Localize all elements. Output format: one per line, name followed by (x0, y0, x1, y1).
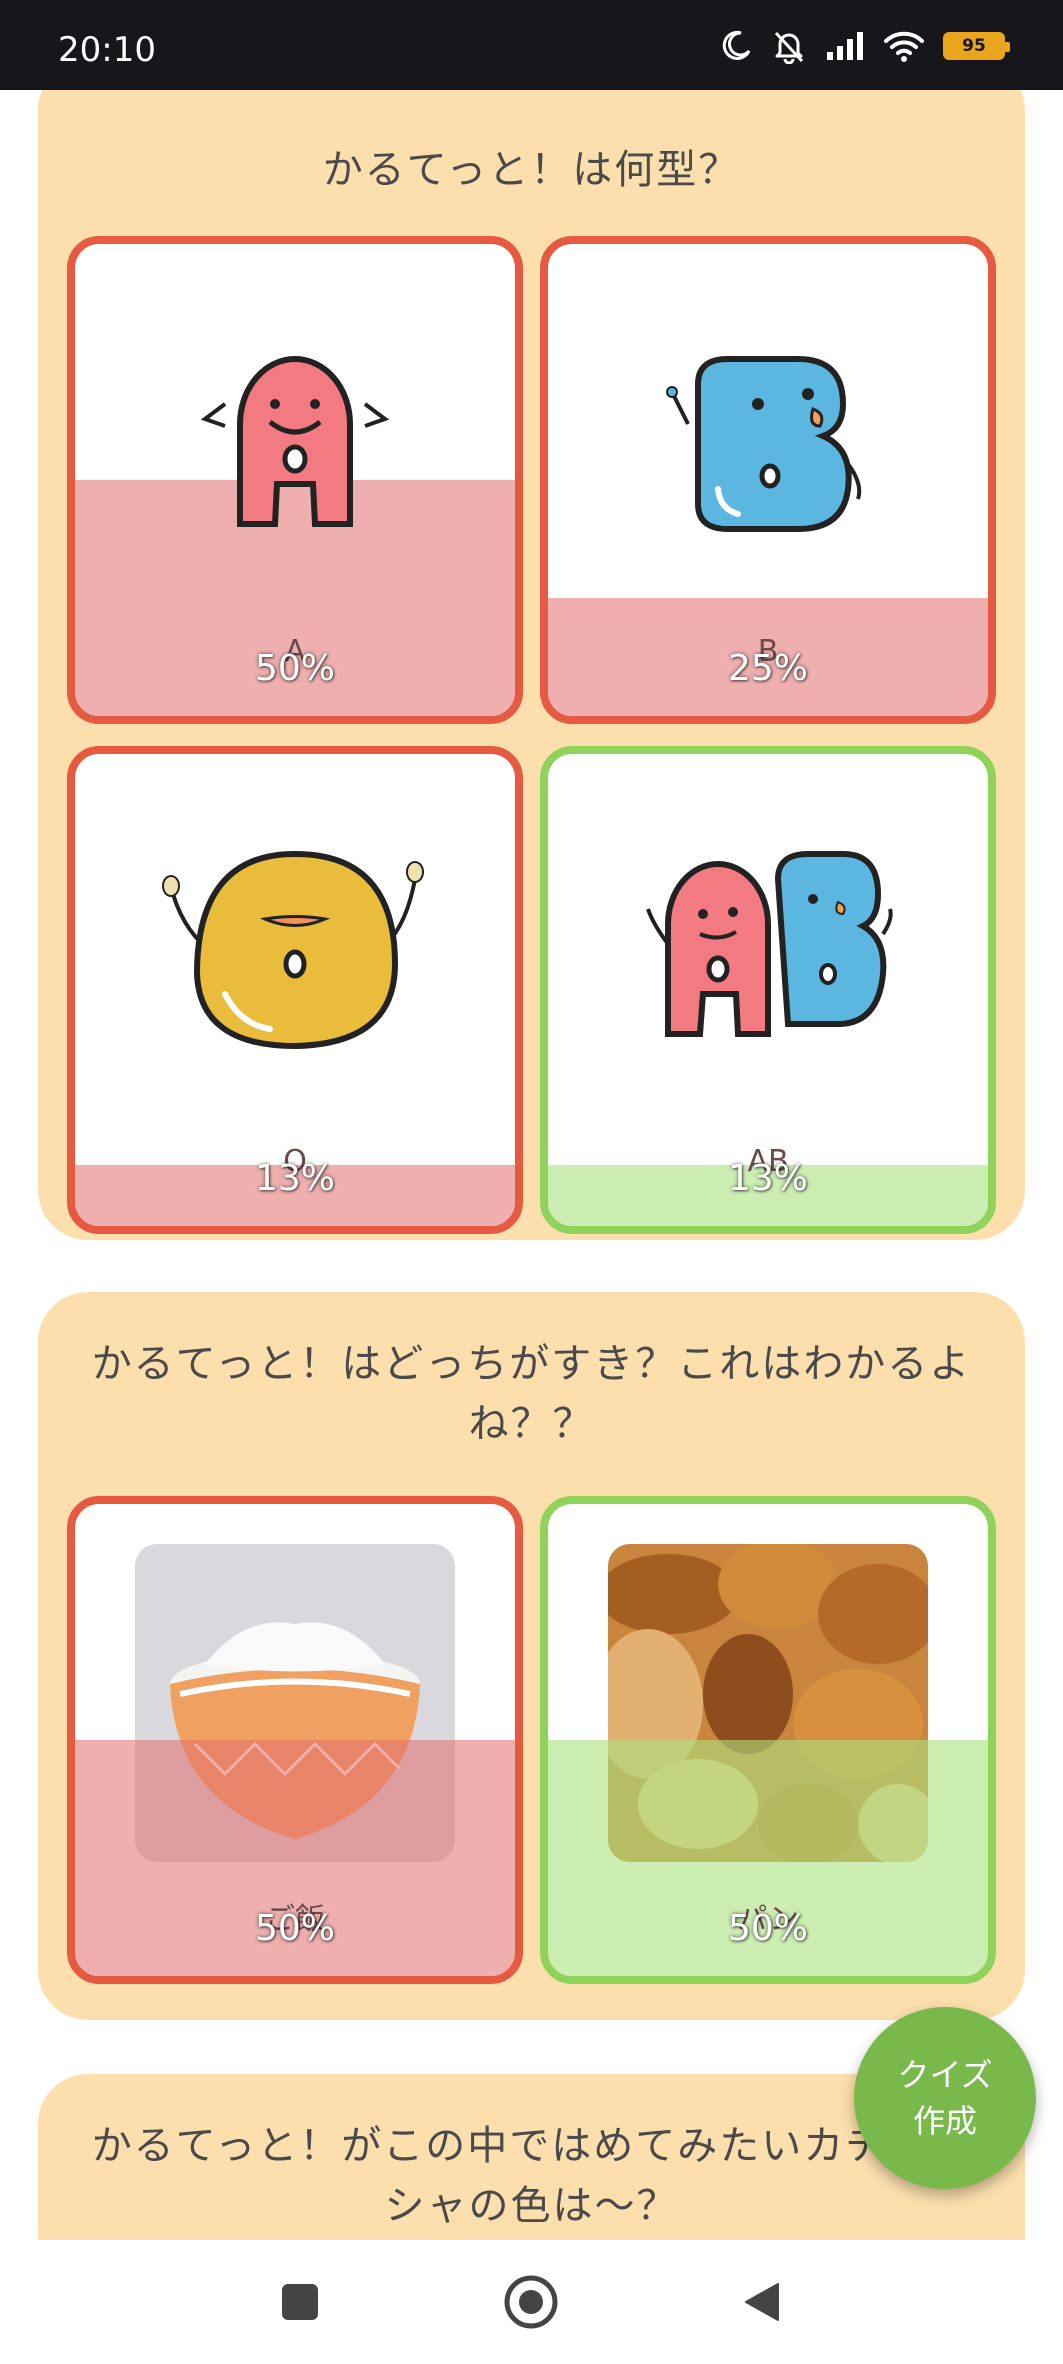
quiz-title: かるてっと！は何型？ (322, 147, 741, 193)
quiz-title: かるてっと！はどっちがすき？これはわかるよね？？ (91, 1341, 972, 1447)
create-quiz-label-line1: クイズ (897, 2056, 993, 2094)
answer-percent: 13% (727, 1158, 808, 1199)
answer-percent: 25% (727, 648, 808, 689)
battery-level: 95 (962, 36, 986, 56)
answer-option-b[interactable]: B 25% (540, 236, 996, 724)
create-quiz-label-line2: 作成 (912, 2102, 977, 2140)
status-bar: 20:10 95 (0, 0, 1063, 90)
wifi-icon (884, 31, 924, 62)
answer-percent: 50% (254, 1908, 335, 1949)
status-icons: 95 (719, 28, 1010, 64)
recents-square-icon[interactable] (268, 2270, 332, 2334)
answer-percent: 50% (254, 648, 335, 689)
answer-option-rice[interactable]: ご飯 50% (67, 1496, 523, 1984)
blood-type-o-character-image (162, 850, 424, 1050)
home-circle-icon[interactable] (499, 2270, 563, 2334)
answer-option-a[interactable]: A 50% (67, 236, 523, 724)
bell-off-icon (774, 31, 804, 64)
back-triangle-icon[interactable] (730, 2270, 794, 2334)
blood-type-a-character-image (200, 356, 390, 527)
status-time: 20:10 (58, 30, 156, 70)
answer-option-ab[interactable]: AB 13% (540, 746, 996, 1234)
navigation-bar (0, 2240, 1063, 2364)
quiz-title: かるてっと！がこの中ではめてみたいカチューシャの色は〜？ (91, 2123, 972, 2229)
create-quiz-button[interactable]: クイズ 作成 (854, 2007, 1036, 2189)
moon-icon (722, 30, 751, 60)
signal-icon (827, 32, 863, 60)
quiz-card-rice-or-bread: かるてっと！はどっちがすき？これはわかるよね？？ ご飯 50% パン 50% (38, 1292, 1025, 2020)
battery-icon: 95 (943, 32, 1010, 60)
blood-type-ab-character-image (646, 851, 893, 1037)
quiz-card-blood-type: かるてっと！は何型？ A 50% B 25% O 13% AB 13% (38, 90, 1025, 1240)
answer-percent: 50% (727, 1908, 808, 1949)
answer-option-bread[interactable]: パン 50% (540, 1496, 996, 1984)
answer-option-o[interactable]: O 13% (67, 746, 523, 1234)
blood-type-b-character-image (666, 356, 862, 532)
answer-percent: 13% (254, 1158, 335, 1199)
quiz-feed[interactable]: かるてっと！は何型？ A 50% B 25% O 13% AB 13% かるてっ… (0, 90, 1063, 2240)
